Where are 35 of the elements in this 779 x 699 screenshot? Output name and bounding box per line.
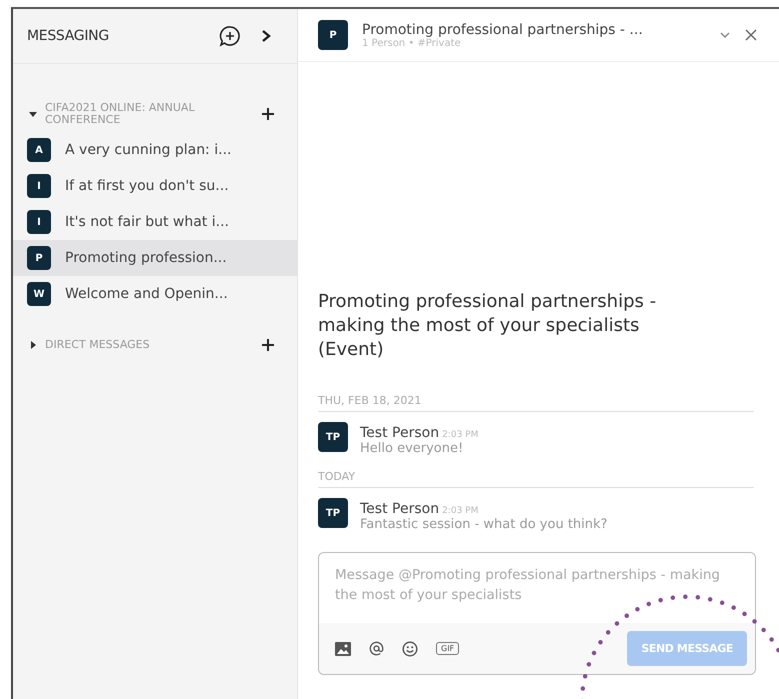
new-chat-icon[interactable]	[219, 25, 241, 47]
date-divider: TODAY	[318, 470, 754, 488]
gif-button[interactable]: GIF	[436, 642, 460, 655]
close-icon[interactable]	[745, 29, 757, 41]
channel-item[interactable]: I It's not fair but what i...	[13, 204, 297, 240]
message-time: 2:03 PM	[442, 430, 478, 440]
channel-avatar: W	[27, 282, 51, 306]
channel-avatar: A	[27, 138, 51, 162]
message-text: Fantastic session - what do you think?	[360, 517, 608, 532]
message-text: Hello everyone!	[360, 441, 464, 456]
author-name: Test Person	[360, 501, 440, 517]
channel-avatar: P	[318, 20, 348, 50]
channel-avatar: P	[27, 246, 51, 270]
channel-info: 1 Person • #Private	[362, 38, 461, 48]
user-avatar: TP	[318, 498, 348, 528]
message-time: 2:03 PM	[442, 506, 478, 516]
mention-icon[interactable]	[369, 641, 384, 656]
channel-item[interactable]: A A very cunning plan: i...	[13, 132, 297, 168]
emoji-icon[interactable]	[402, 640, 418, 656]
date-divider: THU, FEB 18, 2021	[318, 394, 754, 412]
add-icon[interactable]	[261, 107, 275, 121]
channel-avatar: I	[27, 174, 51, 198]
image-icon[interactable]	[335, 642, 351, 656]
author-name: Test Person	[360, 425, 440, 441]
channel-item[interactable]: I If at first you don't su...	[13, 168, 297, 204]
conversation-title: Promoting professional partnerships - making the most of your specialists (Event)	[318, 290, 658, 362]
caret-icon[interactable]	[29, 110, 37, 118]
add-icon[interactable]	[261, 338, 275, 352]
sidebar-title: MESSAGING	[27, 28, 110, 44]
user-avatar: TP	[318, 422, 348, 452]
channel-item[interactable]: W Welcome and Openin...	[13, 276, 297, 312]
channel-item[interactable]: P Promoting profession...	[13, 240, 297, 276]
channel-avatar: I	[27, 210, 51, 234]
caret-icon[interactable]	[29, 341, 37, 349]
channel-name: Promoting professional partnerships - ...	[362, 22, 644, 38]
